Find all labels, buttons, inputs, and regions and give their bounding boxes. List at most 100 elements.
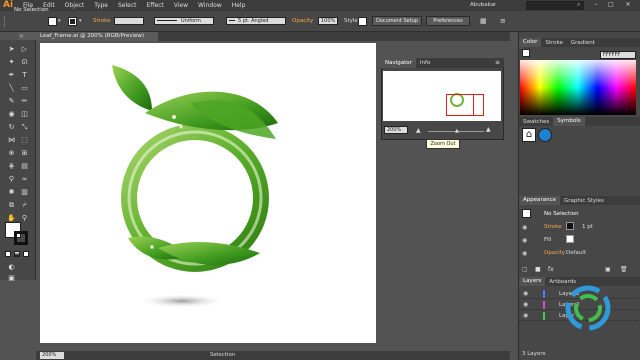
add-stroke-icon[interactable]: ▢ xyxy=(522,266,528,273)
preferences-button[interactable]: Preferences xyxy=(426,16,470,26)
delete-item-icon[interactable]: 🗑 xyxy=(620,266,628,273)
variable-width-dropdown[interactable]: Uniform xyxy=(154,17,214,25)
slice-tool-icon[interactable]: ⌿ xyxy=(20,201,29,210)
document-setup-button[interactable]: Document Setup xyxy=(372,16,422,26)
eyedropper-tool-icon[interactable]: ⚲ xyxy=(7,175,16,184)
artboard-tool-icon[interactable]: ⧉ xyxy=(7,201,16,210)
web-symbol-icon[interactable] xyxy=(538,128,552,142)
lasso-tool-icon[interactable]: ᘏ xyxy=(20,58,29,67)
home-symbol-icon[interactable]: ⌂ xyxy=(522,128,536,142)
zoom-out-icon[interactable]: ▲ xyxy=(416,127,421,134)
tab-gradient[interactable]: Gradient xyxy=(567,40,599,46)
tab-appearance[interactable]: Appearance xyxy=(519,196,561,205)
shape-builder-tool-icon[interactable]: ⊕ xyxy=(7,149,16,158)
navigator-zoom-field[interactable]: 200% xyxy=(384,126,408,134)
tab-graphic-styles[interactable]: Graphic Styles xyxy=(560,198,608,204)
pen-tool-icon[interactable]: ✒ xyxy=(7,71,16,80)
user-name[interactable]: Abubakar xyxy=(470,2,496,8)
maximize-icon[interactable]: □ xyxy=(605,1,617,10)
direct-selection-tool-icon[interactable]: ▷ xyxy=(20,45,29,54)
appearance-fill-label[interactable]: Fill xyxy=(544,237,551,243)
zoom-tool-icon[interactable]: ⚲ xyxy=(20,214,29,223)
stroke-label[interactable]: Stroke xyxy=(93,18,111,24)
rotate-tool-icon[interactable]: ↻ xyxy=(7,123,16,132)
menu-window[interactable]: Window xyxy=(193,2,227,9)
eye-icon[interactable]: ◉ xyxy=(522,224,527,231)
scale-tool-icon[interactable]: ⤡ xyxy=(20,123,29,132)
status-zoom-field[interactable]: 200% xyxy=(40,352,64,359)
pencil-tool-icon[interactable]: ✏ xyxy=(20,97,29,106)
perspective-grid-tool-icon[interactable]: ⊞ xyxy=(20,149,29,158)
tab-navigator[interactable]: Navigator xyxy=(381,58,416,68)
hex-color-field[interactable]: FFFFFF xyxy=(600,51,636,59)
navigator-view-box[interactable] xyxy=(446,94,474,116)
appearance-opacity-label[interactable]: Opacity xyxy=(544,250,565,256)
leaf-frame-artwork[interactable] xyxy=(40,43,376,343)
menu-select[interactable]: Select xyxy=(113,2,142,9)
opacity-field[interactable]: 100% xyxy=(318,17,338,25)
gradient-mode-icon[interactable] xyxy=(14,251,20,257)
document-tab[interactable]: Leaf_Frame.ai @ 200% (RGB/Preview) xyxy=(18,32,158,41)
eye-icon[interactable]: ◉ xyxy=(522,250,527,257)
stroke-weight-field[interactable] xyxy=(114,17,144,25)
menu-help[interactable]: Help xyxy=(227,2,251,9)
graph-tool-icon[interactable]: ▥ xyxy=(20,188,29,197)
blend-tool-icon[interactable]: ∞ xyxy=(20,175,29,184)
add-fill-icon[interactable]: ■ xyxy=(535,266,541,273)
status-tool-label[interactable]: Selection xyxy=(210,352,235,358)
stroke-swatch[interactable] xyxy=(68,17,77,26)
color-mode-icon[interactable] xyxy=(5,251,11,257)
blob-brush-tool-icon[interactable]: ◉ xyxy=(7,110,16,119)
appearance-fill-swatch[interactable] xyxy=(566,235,574,243)
tab-symbols[interactable]: Symbols xyxy=(553,117,585,126)
search-icon[interactable]: ⌕ xyxy=(577,1,580,9)
screen-mode-icon[interactable]: ▣ xyxy=(7,274,16,283)
tab-color[interactable]: Color xyxy=(519,38,542,47)
appearance-stroke-swatch[interactable] xyxy=(566,222,574,230)
menu-effect[interactable]: Effect xyxy=(142,2,169,9)
add-effect-icon[interactable]: fx xyxy=(548,266,554,273)
line-tool-icon[interactable]: ╲ xyxy=(7,84,16,93)
stroke-dropdown-icon[interactable]: ▾ xyxy=(79,18,82,24)
stroke-color-box[interactable] xyxy=(14,231,28,245)
menu-type[interactable]: Type xyxy=(89,2,113,9)
eraser-tool-icon[interactable]: ◫ xyxy=(20,110,29,119)
mesh-tool-icon[interactable]: ⋕ xyxy=(7,162,16,171)
none-mode-icon[interactable] xyxy=(23,251,29,257)
tab-info[interactable]: Info xyxy=(416,58,434,68)
symbol-sprayer-tool-icon[interactable]: ✺ xyxy=(7,188,16,197)
opacity-label[interactable]: Opacity xyxy=(292,18,313,24)
gradient-tool-icon[interactable]: ▤ xyxy=(20,162,29,171)
magic-wand-tool-icon[interactable]: ✦ xyxy=(7,58,16,67)
tab-layers[interactable]: Layers xyxy=(519,277,546,286)
menu-object[interactable]: Object xyxy=(60,2,90,9)
brush-definition-dropdown[interactable]: 5 pt. Angled xyxy=(226,17,286,25)
zoom-in-icon[interactable]: ▲ xyxy=(486,126,491,133)
new-item-icon[interactable]: ▣ xyxy=(605,266,611,273)
selection-tool-icon[interactable]: ➤ xyxy=(7,45,16,54)
paintbrush-tool-icon[interactable]: ✎ xyxy=(7,97,16,106)
rectangle-tool-icon[interactable]: ▭ xyxy=(20,84,29,93)
draw-mode-icon[interactable]: ◐ xyxy=(7,263,16,272)
minimize-icon[interactable]: – xyxy=(590,1,602,10)
control-bar-grip[interactable] xyxy=(4,16,10,27)
search-input[interactable] xyxy=(526,1,584,10)
free-transform-tool-icon[interactable]: ⬚ xyxy=(20,136,29,145)
zoom-slider-thumb[interactable]: ▲ xyxy=(455,128,459,134)
tab-swatches[interactable]: Swatches xyxy=(519,119,553,125)
style-swatch[interactable] xyxy=(358,17,367,26)
eye-icon[interactable]: ◉ xyxy=(522,237,527,244)
appearance-stroke-label[interactable]: Stroke xyxy=(544,224,562,230)
fill-dropdown-icon[interactable]: ▾ xyxy=(58,18,61,24)
appearance-stroke-value[interactable]: 1 pt xyxy=(582,224,593,230)
arrange-icon[interactable]: ▦ xyxy=(480,17,487,25)
close-icon[interactable]: ✕ xyxy=(622,1,634,10)
width-tool-icon[interactable]: ⋈ xyxy=(7,136,16,145)
panel-menu-icon[interactable]: ≡ xyxy=(495,59,500,66)
tab-stroke[interactable]: Stroke xyxy=(541,40,567,46)
panel-menu-icon[interactable]: ≡ xyxy=(500,17,506,25)
type-tool-icon[interactable]: T xyxy=(20,71,29,80)
menu-view[interactable]: View xyxy=(169,2,193,9)
fill-swatch-small[interactable] xyxy=(522,49,530,57)
fill-swatch[interactable] xyxy=(48,17,57,26)
